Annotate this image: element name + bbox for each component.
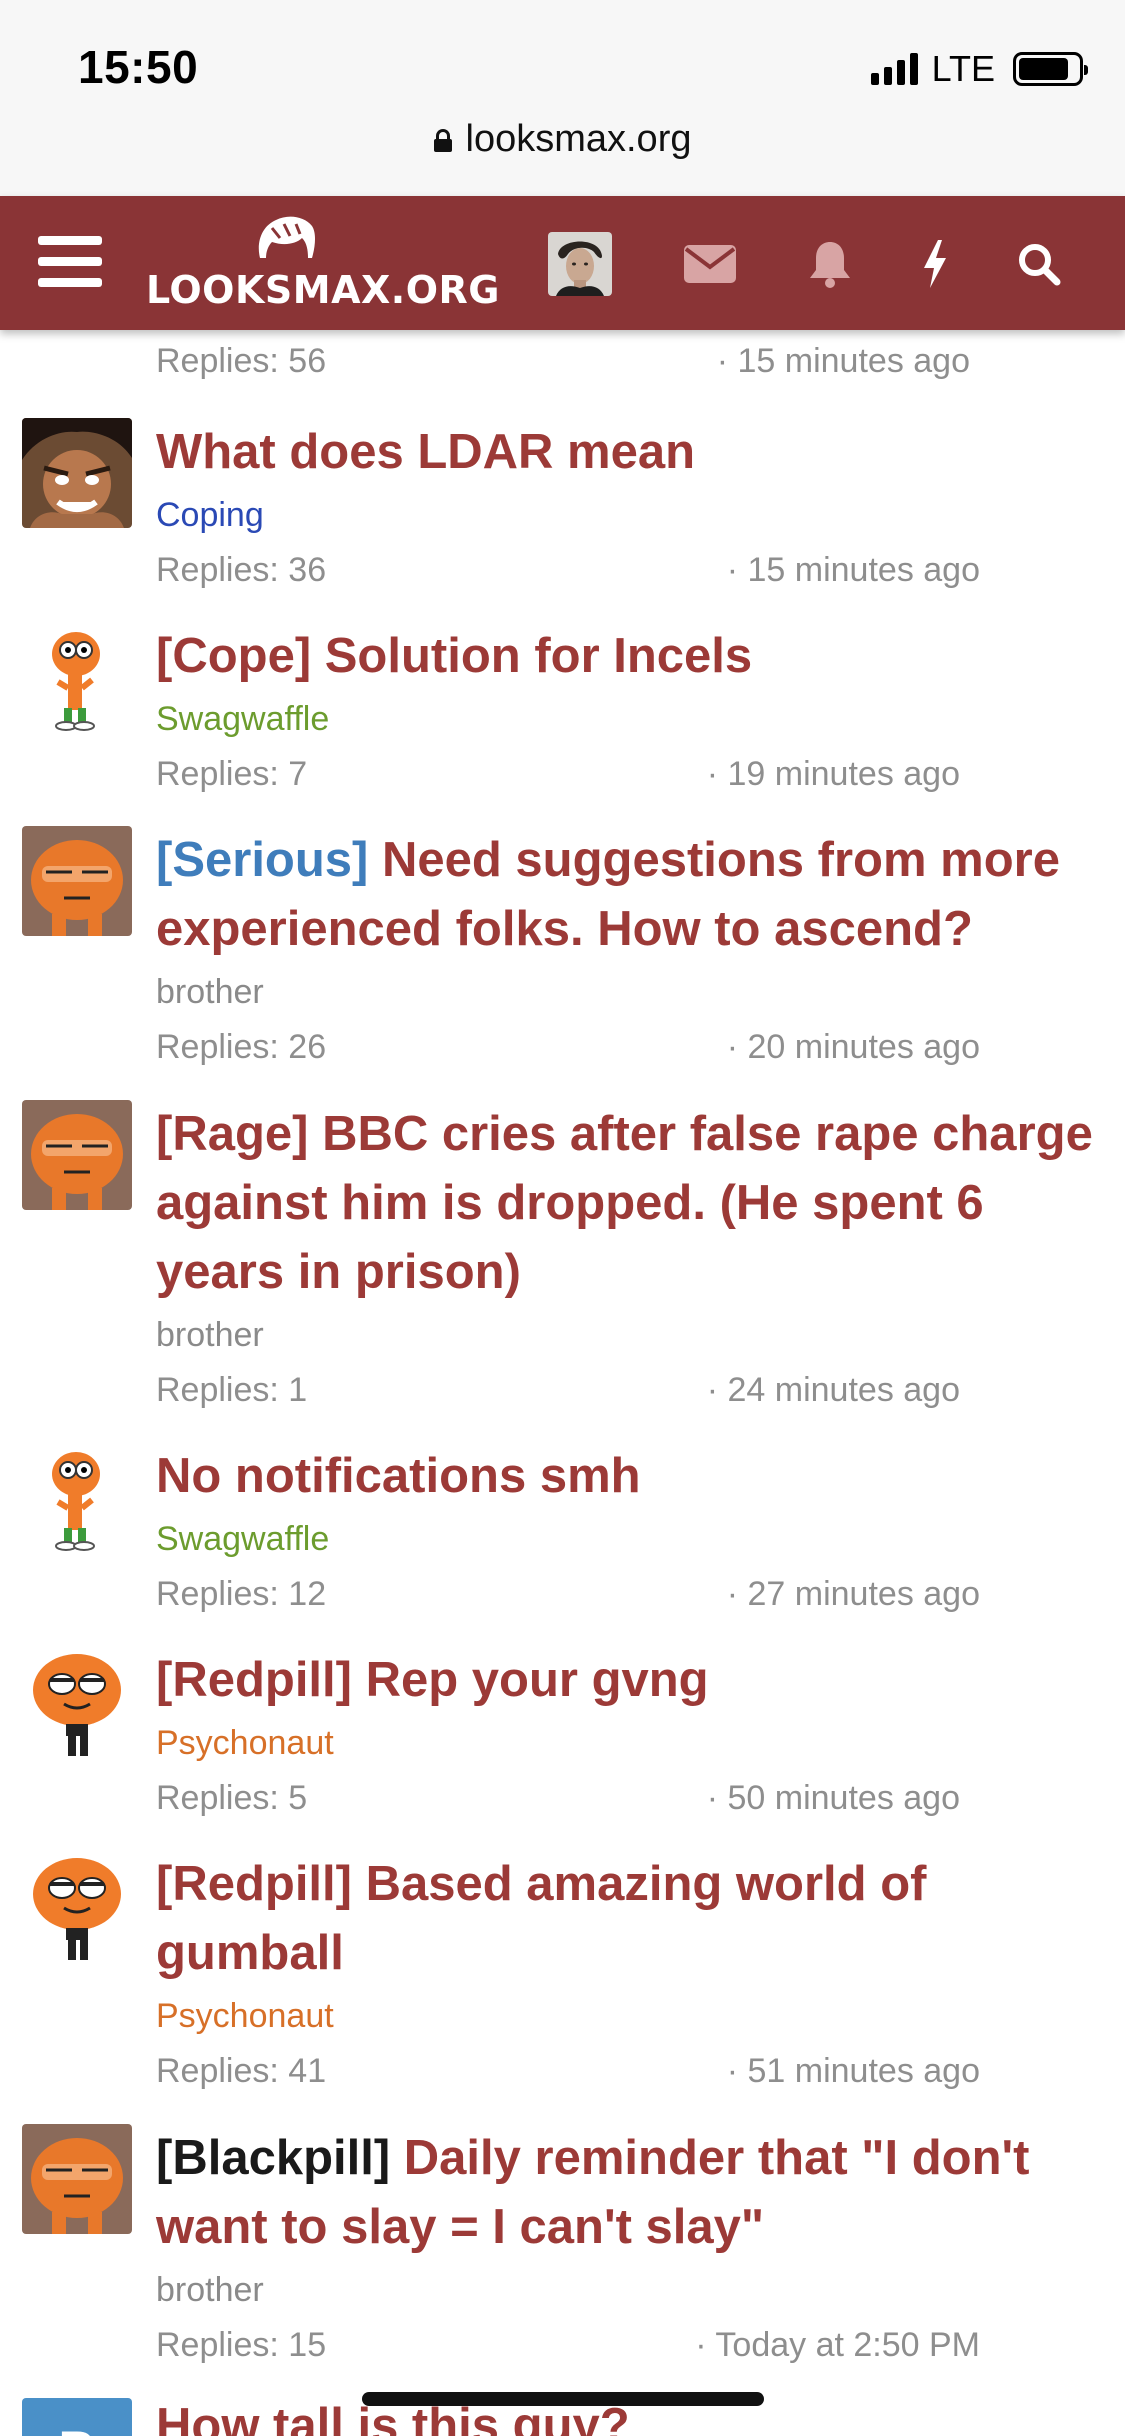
list-item-partial[interactable]: Replies: 56 · 15 minutes ago — [156, 342, 970, 390]
site-header: LOOKSMAX.ORG — [0, 196, 1125, 330]
bell-icon[interactable] — [806, 236, 854, 292]
timestamp: · 50 minutes ago — [706, 1779, 960, 1817]
timestamp: · 19 minutes ago — [706, 755, 960, 793]
avatar[interactable] — [22, 622, 132, 732]
status-bar: 15:50 LTE — [0, 0, 1125, 120]
reply-count: Replies: 7 — [156, 755, 308, 793]
reply-count: Replies: 41 — [156, 2052, 327, 2090]
thread-author[interactable]: Swagwaffle — [156, 1517, 1106, 1561]
timestamp: · 15 minutes ago — [716, 342, 970, 380]
home-indicator[interactable] — [362, 2392, 764, 2406]
thread-body: What does LDAR mean Coping Replies: 36 ·… — [156, 418, 1106, 599]
avatar[interactable] — [22, 1646, 132, 1756]
thread-prefix: [Serious] — [156, 833, 369, 887]
reply-count: Replies: 15 — [156, 2326, 327, 2364]
thread-title[interactable]: No notifications smh — [156, 1442, 1106, 1511]
search-icon[interactable] — [1014, 236, 1064, 292]
timestamp: · 15 minutes ago — [726, 551, 980, 589]
thread-body: [Blackpill] Daily reminder that "I don't… — [156, 2124, 1106, 2374]
thread-title[interactable]: What does LDAR mean — [156, 418, 1106, 487]
status-indicators: LTE — [870, 48, 1088, 90]
thread-title[interactable]: [Blackpill] Daily reminder that "I don't… — [156, 2124, 1106, 2262]
menu-icon[interactable] — [38, 236, 102, 288]
timestamp: · Today at 2:50 PM — [695, 2326, 980, 2364]
timestamp: · 51 minutes ago — [726, 2052, 980, 2090]
thread-prefix: [Blackpill] — [156, 2131, 391, 2185]
reply-count: Replies: 56 — [156, 342, 327, 380]
thread-author[interactable]: brother — [156, 2268, 1106, 2312]
avatar[interactable] — [22, 418, 132, 528]
avatar[interactable] — [22, 1850, 132, 1960]
bolt-icon[interactable] — [918, 236, 952, 292]
thread-author[interactable]: brother — [156, 970, 1106, 1014]
thread-title[interactable]: [Redpill] Rep your gvng — [156, 1646, 1106, 1715]
timestamp: · 27 minutes ago — [726, 1575, 980, 1613]
thread-body: [Redpill] Rep your gvng Psychonaut Repli… — [156, 1646, 1106, 1827]
thread-meta: Replies: 7 · 19 minutes ago — [156, 755, 1106, 803]
thread-meta: Replies: 5 · 50 minutes ago — [156, 1779, 1106, 1827]
thread-body: [Rage] BBC cries after false rape charge… — [156, 1100, 1106, 1419]
reply-count: Replies: 5 — [156, 1779, 308, 1817]
thread-author[interactable]: Psychonaut — [156, 1994, 1106, 2038]
thread-meta: Replies: 36 · 15 minutes ago — [156, 551, 1106, 599]
avatar[interactable]: B — [22, 2398, 132, 2436]
network-label: LTE — [931, 48, 995, 89]
site-logo[interactable]: LOOKSMAX.ORG — [146, 214, 500, 314]
avatar[interactable] — [22, 2124, 132, 2234]
timestamp: · 20 minutes ago — [726, 1028, 980, 1066]
timestamp: · 24 minutes ago — [706, 1371, 960, 1409]
thread-author[interactable]: Swagwaffle — [156, 697, 1106, 741]
thread-title[interactable]: [Redpill] Based amazing world of gumball — [156, 1850, 1106, 1988]
thread-body: [Cope] Solution for Incels Swagwaffle Re… — [156, 622, 1106, 803]
lock-icon — [433, 128, 452, 152]
user-avatar[interactable] — [548, 232, 612, 296]
mail-icon[interactable] — [684, 236, 736, 292]
thread-author[interactable]: Psychonaut — [156, 1721, 1106, 1765]
thread-body: [Redpill] Based amazing world of gumball… — [156, 1850, 1106, 2100]
logo-hair-icon — [258, 216, 315, 258]
avatar[interactable] — [22, 1442, 132, 1552]
reply-count: Replies: 12 — [156, 1575, 327, 1613]
thread-body: No notifications smh Swagwaffle Replies:… — [156, 1442, 1106, 1623]
thread-meta: Replies: 12 · 27 minutes ago — [156, 1575, 1106, 1623]
reply-count: Replies: 36 — [156, 551, 327, 589]
thread-title[interactable]: [Serious] Need suggestions from more exp… — [156, 826, 1106, 964]
thread-meta: Replies: 41 · 51 minutes ago — [156, 2052, 1106, 2100]
thread-meta: Replies: 1 · 24 minutes ago — [156, 1371, 1106, 1419]
status-time: 15:50 — [78, 41, 199, 93]
browser-url-bar[interactable]: looksmax.org — [0, 112, 1125, 196]
signal-icon — [870, 53, 918, 85]
url-text: looksmax.org — [465, 118, 692, 160]
thread-meta: Replies: 15 · Today at 2:50 PM — [156, 2326, 1106, 2374]
thread-title[interactable]: [Cope] Solution for Incels — [156, 622, 1106, 691]
reply-count: Replies: 1 — [156, 1371, 308, 1409]
thread-meta: Replies: 26 · 20 minutes ago — [156, 1028, 1106, 1076]
battery-icon — [1013, 52, 1088, 86]
thread-author[interactable]: Coping — [156, 493, 1106, 537]
avatar[interactable] — [22, 826, 132, 936]
thread-body: [Serious] Need suggestions from more exp… — [156, 826, 1106, 1076]
thread-title[interactable]: [Rage] BBC cries after false rape charge… — [156, 1100, 1106, 1307]
avatar[interactable] — [22, 1100, 132, 1210]
thread-author[interactable]: brother — [156, 1313, 1106, 1357]
reply-count: Replies: 26 — [156, 1028, 327, 1066]
logo-text: LOOKSMAX.ORG — [146, 268, 500, 312]
